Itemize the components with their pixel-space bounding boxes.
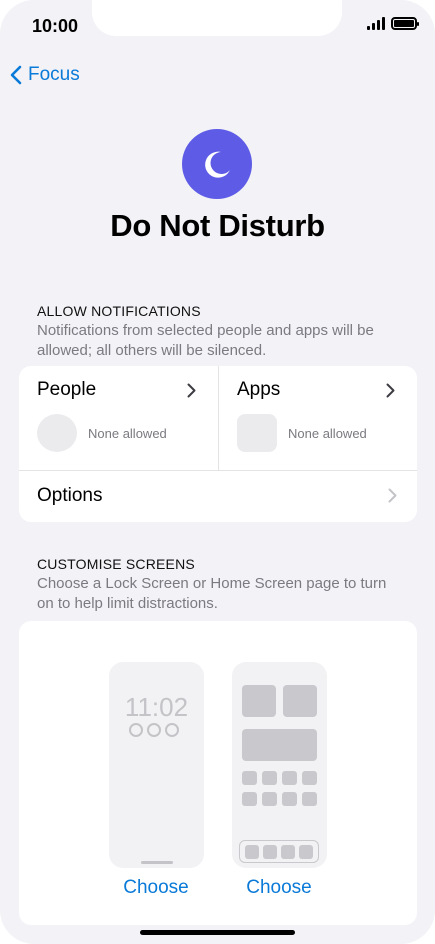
lock-screen-time: 11:02 [124, 692, 189, 722]
home-screen-choose-button[interactable]: Choose [219, 877, 339, 899]
app-placeholder [302, 771, 317, 785]
widget-placeholder [242, 685, 276, 717]
allow-notifications-card: People None allowed Apps None allowed Op… [19, 366, 417, 522]
app-placeholder [282, 792, 297, 806]
chevron-right-icon [388, 488, 397, 503]
apps-label: Apps [237, 379, 281, 400]
widget-placeholder [242, 729, 317, 761]
back-label: Focus [28, 64, 80, 85]
lock-screen-widgets [129, 723, 179, 737]
people-status: None allowed [88, 426, 167, 441]
lock-screen-preview[interactable]: 11:02 [109, 662, 204, 868]
people-label: People [37, 379, 97, 400]
apps-status: None allowed [288, 426, 367, 441]
device-notch [92, 0, 342, 36]
chevron-left-icon [10, 65, 22, 85]
page-title: Do Not Disturb [110, 208, 325, 243]
lock-screen-home-bar [141, 861, 173, 864]
allow-notifications-header: ALLOW NOTIFICATIONS [37, 303, 201, 319]
status-icons [367, 17, 419, 30]
apps-placeholder-icon [237, 414, 277, 452]
phone-screen: 10:00 Focus Do Not Disturb ALLOW NOTIFIC… [0, 0, 435, 944]
status-time: 10:00 [32, 16, 79, 36]
app-placeholder [242, 792, 257, 806]
app-placeholder [302, 792, 317, 806]
app-placeholder [262, 771, 277, 785]
back-button[interactable]: Focus [10, 64, 80, 86]
chevron-right-icon [386, 383, 395, 398]
moon-icon [182, 129, 252, 199]
apps-cell[interactable]: Apps None allowed [218, 366, 417, 471]
options-row[interactable]: Options [19, 471, 417, 522]
people-placeholder-avatar [37, 414, 77, 452]
home-indicator[interactable] [140, 930, 295, 935]
people-cell[interactable]: People None allowed [19, 366, 218, 471]
battery-icon [391, 17, 419, 30]
customise-screens-description: Choose a Lock Screen or Home Screen page… [37, 575, 387, 612]
options-label: Options [37, 485, 103, 506]
allow-notifications-description: Notifications from selected people and a… [37, 322, 374, 359]
lock-screen-choose-button[interactable]: Choose [96, 877, 216, 899]
chevron-right-icon [187, 383, 196, 398]
cellular-signal-icon [367, 17, 385, 30]
widget-placeholder [283, 685, 317, 717]
home-screen-preview[interactable] [232, 662, 327, 868]
app-placeholder [242, 771, 257, 785]
people-apps-row: People None allowed Apps None allowed [19, 366, 417, 471]
app-placeholder [282, 771, 297, 785]
dock-placeholder [239, 840, 319, 863]
app-placeholder [262, 792, 277, 806]
customise-screens-card: 11:02 Choose Choose [19, 621, 417, 925]
customise-screens-header: CUSTOMISE SCREENS [37, 556, 195, 572]
